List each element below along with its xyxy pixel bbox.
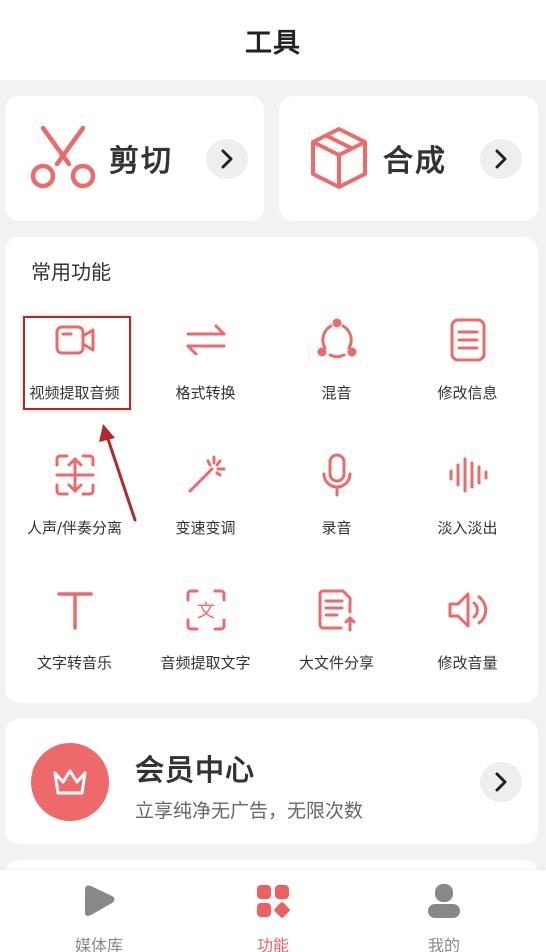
tab-label: 媒体库: [74, 936, 123, 952]
function-label: 修改信息: [437, 384, 498, 402]
mix-item[interactable]: 混音: [271, 318, 402, 428]
text-t-icon: [57, 592, 93, 630]
split-icon: [55, 454, 95, 496]
member-title: 会员中心: [135, 753, 256, 787]
text-scan-icon: 文: [186, 589, 226, 631]
function-label: 修改音量: [437, 654, 498, 672]
scissors-icon: [30, 126, 96, 189]
edit-info-item[interactable]: 修改信息: [402, 318, 533, 428]
function-label: 文字转音乐: [36, 654, 112, 672]
tab-label: 我的: [427, 936, 460, 952]
member-center-card[interactable]: 会员中心 立享纯净无广告，无限次数: [5, 719, 538, 844]
crown-badge: [31, 743, 109, 821]
function-label: 音频提取文字: [160, 654, 251, 672]
document-icon: [450, 318, 486, 362]
function-label: 变速变调: [175, 519, 236, 537]
crown-icon: [53, 769, 87, 795]
text-to-music-item[interactable]: 文字转音乐: [9, 588, 140, 698]
bottom-tab-bar: 媒体库 功能 我的: [0, 870, 546, 952]
chevron-right-icon: [495, 772, 507, 792]
function-label: 格式转换: [175, 384, 236, 402]
cut-arrow-button[interactable]: [206, 139, 248, 179]
function-label: 录音: [321, 519, 352, 537]
annotation-arrow: [99, 424, 137, 522]
media-library-icon: [85, 885, 115, 916]
function-label: 淡入淡出: [437, 519, 498, 537]
member-subtitle: 立享纯净无广告，无限次数: [135, 800, 364, 822]
cut-card[interactable]: 剪切: [5, 96, 264, 221]
magic-wand-icon: [188, 455, 226, 493]
microphone-icon: [322, 453, 352, 497]
volume-icon: [448, 592, 488, 628]
member-arrow-button[interactable]: [480, 762, 522, 802]
cube-icon: [311, 127, 367, 189]
cut-label: 剪切: [109, 144, 173, 179]
profile-icon: [428, 884, 460, 918]
function-label: 大文件分享: [298, 654, 374, 672]
fade-item[interactable]: 淡入淡出: [402, 453, 533, 563]
annotation-highlight-box: [23, 316, 131, 410]
format-convert-item[interactable]: 格式转换: [140, 318, 271, 428]
function-label: 混音: [321, 384, 352, 402]
merge-label: 合成: [383, 144, 447, 179]
page-title: 工具: [245, 27, 301, 59]
record-item[interactable]: 录音: [271, 453, 402, 563]
header: 工具: [0, 0, 546, 80]
common-functions-card: 常用功能 视频提取音频 格式转换 混音 修改信息 人声/伴奏分离 变速变调 录音…: [5, 237, 538, 703]
large-file-share-item[interactable]: 大文件分享: [271, 588, 402, 698]
tab-media-library[interactable]: 媒体库: [8, 870, 190, 952]
file-share-icon: [318, 589, 356, 632]
speed-pitch-item[interactable]: 变速变调: [140, 453, 271, 563]
chevron-right-icon: [495, 149, 507, 169]
section-title: 常用功能: [31, 260, 111, 284]
swap-arrows-icon: [186, 324, 226, 356]
mix-circle-icon: [317, 318, 357, 359]
change-volume-item[interactable]: 修改音量: [402, 588, 533, 698]
merge-arrow-button[interactable]: [480, 139, 522, 179]
tab-profile[interactable]: 我的: [353, 870, 535, 952]
waveform-icon: [449, 457, 488, 493]
chevron-right-icon: [221, 149, 233, 169]
tab-label: 功能: [256, 936, 289, 952]
tab-functions[interactable]: 功能: [182, 870, 364, 952]
functions-grid-icon: [257, 885, 290, 918]
svg-text:文: 文: [197, 601, 215, 622]
audio-to-text-item[interactable]: 文 音频提取文字: [140, 588, 271, 698]
merge-card[interactable]: 合成: [279, 96, 538, 221]
